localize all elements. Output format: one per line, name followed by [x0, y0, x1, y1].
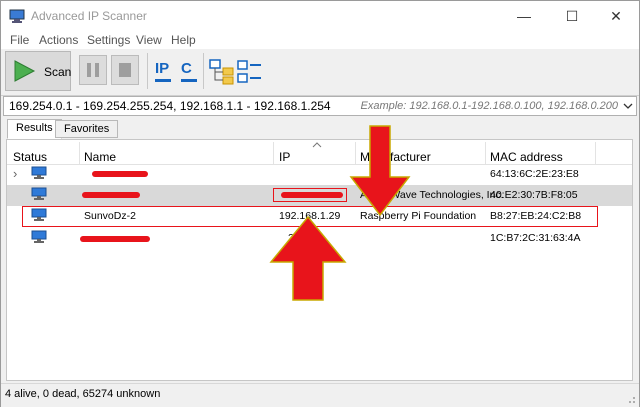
toolbar-separator [203, 53, 204, 89]
column-divider[interactable] [485, 142, 486, 164]
menu-file[interactable]: File [10, 33, 29, 47]
column-ip[interactable]: IP [279, 150, 290, 164]
row-mac: 64:13:6C:2E:23:E8 [490, 168, 579, 180]
stop-button[interactable] [111, 55, 139, 85]
menu-bar: File Actions Settings View Help [1, 31, 639, 49]
minimize-icon: — [517, 8, 531, 24]
row-mac: 1C:B7:2C:31:63:4A [490, 232, 581, 244]
c-icon: C [181, 60, 192, 77]
column-divider[interactable] [273, 142, 274, 164]
row-mac: 40:E2:30:7B:F8:05 [490, 189, 578, 201]
host-icon [31, 187, 47, 200]
sort-up-icon [312, 142, 322, 148]
menu-view[interactable]: View [136, 33, 162, 47]
toolbar-separator [147, 53, 148, 89]
table-row[interactable]: › 64:13:6C:2E:23:E8 [7, 164, 632, 185]
expand-chevron-icon[interactable]: › [13, 166, 17, 181]
scan-play-icon [14, 60, 36, 82]
network-tree-icon[interactable] [209, 59, 235, 85]
menu-help[interactable]: Help [171, 33, 196, 47]
redaction-mark [80, 236, 150, 242]
status-text: 4 alive, 0 dead, 65274 unknown [5, 388, 161, 400]
dropdown-chevron-icon[interactable] [623, 101, 633, 111]
column-header: Status Name IP Manufacturer MAC address [7, 140, 632, 165]
host-icon [31, 230, 47, 243]
column-status[interactable]: Status [13, 150, 47, 164]
stop-icon [119, 63, 131, 77]
column-mac-address[interactable]: MAC address [490, 150, 563, 164]
tab-results[interactable]: Results [7, 119, 62, 139]
menu-settings[interactable]: Settings [87, 33, 130, 47]
ip-range-value: 169.254.0.1 - 169.254.255.254, 192.168.1… [9, 99, 331, 113]
tab-favorites[interactable]: Favorites [55, 120, 119, 138]
status-bar: 4 alive, 0 dead, 65274 unknown [1, 383, 639, 407]
column-divider[interactable] [79, 142, 80, 164]
column-divider[interactable] [595, 142, 596, 164]
ip-range-input[interactable]: 169.254.0.1 - 169.254.255.254, 192.168.1… [3, 96, 637, 116]
ip-range-example: Example: 192.168.0.1-192.168.0.100, 192.… [360, 100, 619, 112]
redaction-mark [281, 192, 343, 198]
host-icon [31, 166, 47, 179]
column-name[interactable]: Name [84, 150, 116, 164]
resize-grip-icon[interactable] [626, 394, 636, 404]
redaction-mark [82, 192, 140, 198]
menu-actions[interactable]: Actions [39, 33, 78, 47]
window-title: Advanced IP Scanner [31, 9, 147, 23]
c-button[interactable]: C [181, 57, 197, 87]
close-button[interactable]: ✕ [593, 1, 639, 31]
app-icon [9, 9, 25, 23]
ip-button[interactable]: IP [155, 57, 171, 87]
pause-button[interactable] [79, 55, 107, 85]
maximize-icon: ☐ [565, 7, 579, 24]
table-row[interactable]: Azure Wave Technologies, Inc. 40:E2:30:7… [7, 185, 632, 206]
ip-icon: IP [155, 60, 170, 77]
up-arrow-annotation [269, 216, 347, 301]
down-arrow-annotation [349, 125, 411, 217]
title-bar: Advanced IP Scanner — ☐ ✕ [1, 1, 639, 31]
scan-button[interactable]: Scan [5, 51, 71, 91]
pause-icon [87, 63, 99, 77]
maximize-button[interactable]: ☐ [549, 1, 595, 31]
scan-label: Scan [44, 65, 72, 79]
minimize-button[interactable]: — [501, 1, 547, 31]
close-icon: ✕ [610, 7, 622, 24]
network-list-icon[interactable] [237, 59, 263, 85]
app-window: Advanced IP Scanner — ☐ ✕ File Actions S… [0, 0, 640, 407]
toolbar: Scan IP C [1, 49, 639, 96]
tab-strip: Results Favorites [1, 118, 639, 139]
redaction-mark [92, 171, 148, 177]
